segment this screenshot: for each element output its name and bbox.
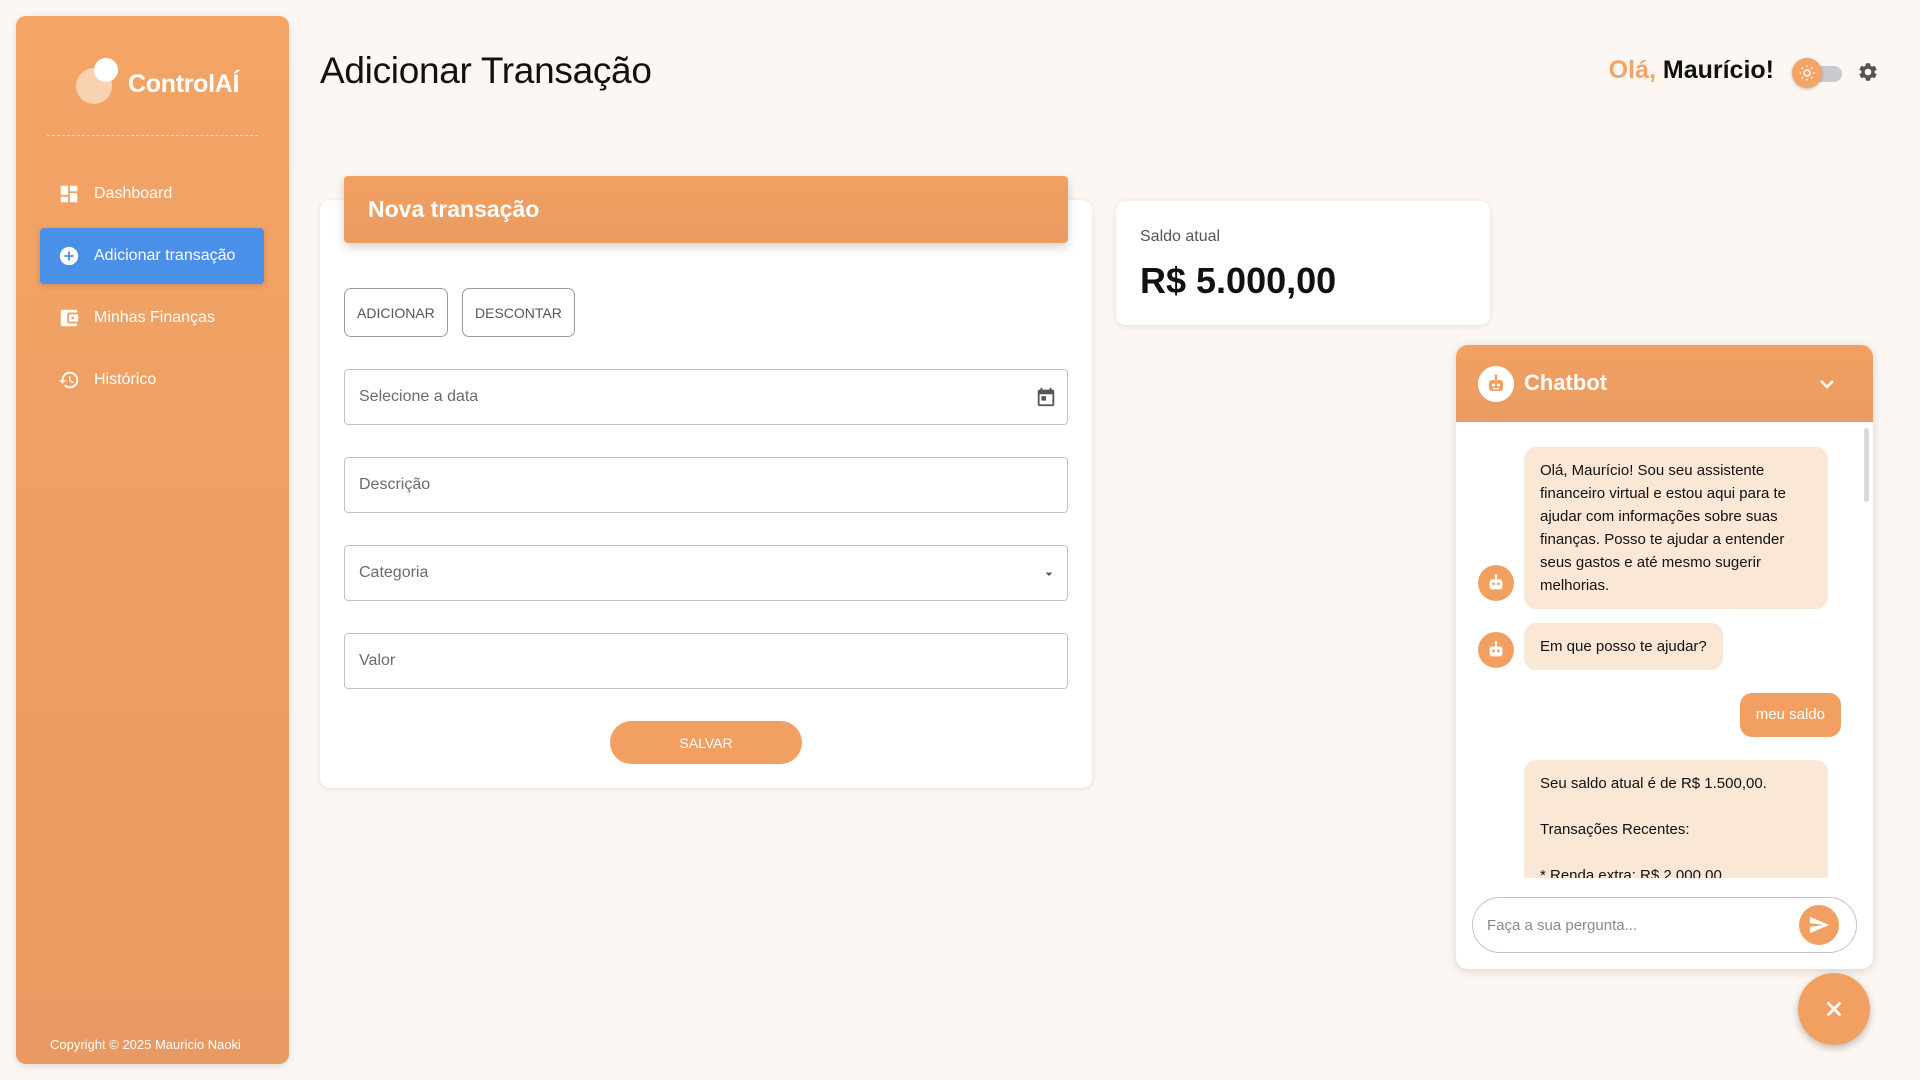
chevron-down-icon[interactable]: [1815, 372, 1839, 396]
sidebar: ControlAÍ Dashboard Adicionar transação …: [16, 16, 289, 1064]
send-icon: [1809, 916, 1830, 934]
balance-card: Saldo atual R$ 5.000,00: [1116, 201, 1490, 325]
chatbot-title: Chatbot: [1524, 370, 1608, 395]
chat-messages[interactable]: Olá, Maurício! Sou seu assistente financ…: [1456, 422, 1873, 878]
subtract-type-button[interactable]: DESCONTAR: [462, 288, 575, 337]
bot-message: Seu saldo atual é de R$ 1.500,00. Transa…: [1524, 760, 1828, 878]
save-button[interactable]: SALVAR: [610, 721, 802, 764]
sidebar-item-adicionar-transacao[interactable]: Adicionar transação: [40, 228, 264, 284]
sidebar-item-dashboard[interactable]: Dashboard: [40, 166, 264, 222]
value-field[interactable]: Valor: [344, 633, 1068, 689]
chatbot-header[interactable]: Chatbot: [1456, 345, 1873, 422]
send-button[interactable]: [1799, 905, 1839, 945]
sun-icon: [1792, 58, 1822, 88]
sidebar-item-label: Histórico: [94, 371, 157, 388]
bot-message-line: Transações Recentes:: [1540, 821, 1690, 838]
category-placeholder: Categoria: [359, 564, 429, 581]
bot-message: Olá, Maurício! Sou seu assistente financ…: [1524, 447, 1828, 609]
sidebar-item-label: Adicionar transação: [94, 247, 236, 264]
bot-message: Em que posso te ajudar?: [1524, 623, 1723, 670]
sidebar-item-minhas-financas[interactable]: Minhas Finanças: [40, 290, 264, 346]
greeting-hi: Olá,: [1608, 56, 1656, 84]
brand-name: ControlAÍ: [128, 69, 240, 98]
bot-message-line: [1540, 841, 1812, 864]
add-type-button[interactable]: ADICIONAR: [344, 288, 448, 337]
dashboard-icon: [60, 185, 78, 203]
close-chat-button[interactable]: [1798, 973, 1870, 1045]
description-field[interactable]: Descrição: [344, 457, 1068, 513]
add-circle-icon: [59, 246, 79, 266]
brand[interactable]: ControlAÍ: [74, 56, 240, 104]
caret-down-icon: [1045, 572, 1053, 576]
chat-input-placeholder: Faça a sua pergunta...: [1487, 916, 1638, 934]
sidebar-nav: Dashboard Adicionar transação Minhas Fin…: [40, 166, 264, 414]
sidebar-divider: [47, 135, 258, 136]
wallet-icon: [60, 309, 79, 327]
sidebar-item-historico[interactable]: Histórico: [40, 352, 264, 408]
history-icon: [58, 371, 79, 389]
calendar-icon[interactable]: [1035, 386, 1057, 408]
bot-icon: [1478, 366, 1514, 402]
date-field[interactable]: Selecione a data: [344, 369, 1068, 425]
form-title: Nova transação: [344, 176, 1068, 243]
sidebar-item-label: Minhas Finanças: [94, 309, 215, 326]
brand-logo-icon: [74, 56, 120, 104]
chat-scrollbar[interactable]: [1864, 428, 1869, 502]
sidebar-item-label: Dashboard: [94, 185, 173, 202]
description-placeholder: Descrição: [359, 476, 431, 493]
balance-label: Saldo atual: [1140, 228, 1221, 245]
balance-value: R$ 5.000,00: [1140, 260, 1337, 301]
greeting-name: Maurício!: [1662, 56, 1774, 84]
close-icon: [1826, 1001, 1842, 1017]
bot-avatar-icon: [1478, 565, 1514, 601]
category-select[interactable]: Categoria: [344, 545, 1068, 601]
date-placeholder: Selecione a data: [359, 388, 479, 405]
user-message: meu saldo: [1739, 693, 1841, 737]
copyright: Copyright © 2025 Mauricio Naoki: [50, 1037, 241, 1052]
bot-avatar-icon: [1478, 632, 1514, 668]
greeting: Olá, Maurício!: [1609, 56, 1774, 85]
bot-message-line: [1540, 795, 1812, 818]
value-placeholder: Valor: [359, 652, 396, 669]
bot-message-line: Seu saldo atual é de R$ 1.500,00.: [1540, 775, 1767, 792]
theme-toggle[interactable]: [1792, 58, 1842, 88]
gear-icon[interactable]: [1857, 61, 1879, 83]
bot-message-line: * Renda extra: R$ 2.000.00: [1540, 867, 1722, 878]
page-title: Adicionar Transação: [320, 50, 652, 91]
chatbot-panel: Chatbot Olá, Maurício! Sou seu assistent…: [1456, 345, 1873, 969]
